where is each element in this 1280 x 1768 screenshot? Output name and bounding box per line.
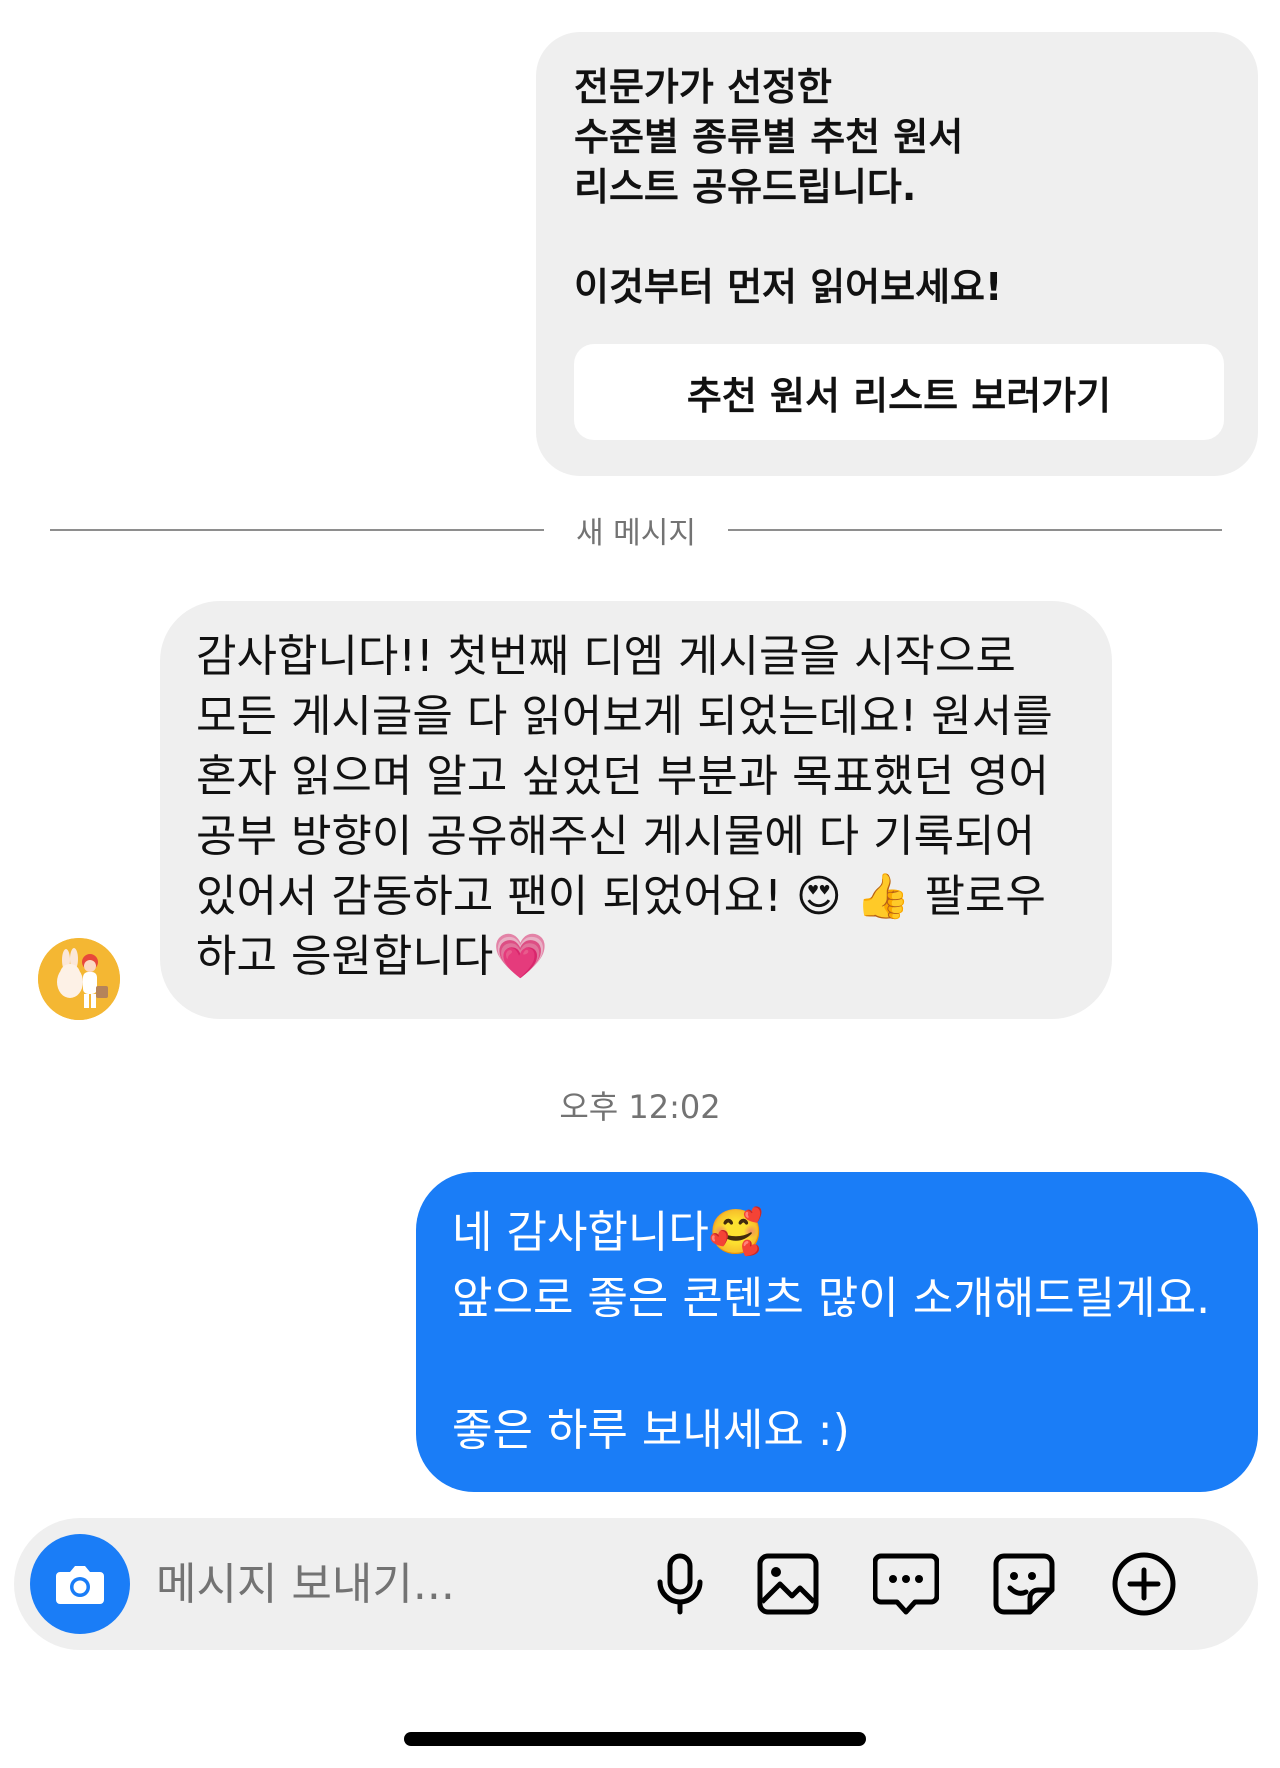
incoming-message-bubble[interactable]: 감사합니다!! 첫번째 디엠 게시글을 시작으로 모든 게시글을 다 읽어보게 … (160, 601, 1112, 1019)
divider-label: 새 메시지 (576, 516, 696, 551)
message-input[interactable] (156, 1548, 516, 1620)
message-line: 혼자 읽으며 알고 싶었던 부분과 목표했던 영어 (196, 751, 1050, 802)
message-line: 좋은 하루 보내세요 :) (452, 1405, 850, 1456)
message-line: 네 감사합니다🥰 (452, 1207, 764, 1258)
image-icon (757, 1553, 819, 1615)
message-icon (873, 1553, 939, 1615)
sticker-button[interactable] (990, 1550, 1058, 1618)
message-line: 감사합니다!! 첫번째 디엠 게시글을 시작으로 (196, 631, 1016, 682)
message-composer (14, 1518, 1258, 1650)
sticker-icon (993, 1553, 1055, 1615)
gallery-button[interactable] (754, 1550, 822, 1618)
plus-circle-icon (1112, 1552, 1176, 1616)
card-text-line: 전문가가 선정한 (574, 65, 832, 109)
camera-icon (56, 1566, 104, 1604)
divider-line-right (727, 529, 1222, 531)
card-spacer (574, 212, 1222, 262)
camera-button[interactable] (30, 1534, 130, 1634)
shared-message-card: 전문가가 선정한 수준별 종류별 추천 원서 리스트 공유드립니다. 이것부터 … (536, 32, 1258, 476)
microphone-button[interactable] (646, 1550, 714, 1618)
recommended-books-link-button[interactable]: 추천 원서 리스트 보러가기 (574, 344, 1224, 440)
divider-line-left (50, 529, 545, 531)
home-indicator[interactable] (404, 1732, 866, 1746)
message-timestamp: 오후 12:02 (559, 1088, 721, 1126)
message-line: 앞으로 좋은 콘텐츠 많이 소개해드릴게요. (452, 1273, 1211, 1324)
message-line: 공부 방향이 공유해주신 게시물에 다 기록되어 (196, 811, 1036, 862)
message-line: 모든 게시글을 다 읽어보게 되었는데요! 원서를 (196, 691, 1053, 742)
microphone-icon (657, 1553, 703, 1615)
card-text-line: 리스트 공유드립니다. (574, 165, 917, 209)
gif-chat-button[interactable] (872, 1550, 940, 1618)
new-message-divider: 새 메시지 (50, 505, 1222, 555)
avatar-illustration (38, 938, 120, 1020)
message-line: 있어서 감동하고 팬이 되었어요! 😍 👍 팔로우 (196, 871, 1046, 922)
card-text-line: 수준별 종류별 추천 원서 (574, 115, 964, 159)
sender-avatar[interactable] (38, 938, 120, 1020)
message-line: 하고 응원합니다💗 (196, 931, 549, 982)
card-text-line: 이것부터 먼저 읽어보세요! (574, 265, 1003, 309)
more-options-button[interactable] (1110, 1550, 1178, 1618)
outgoing-message-bubble[interactable]: 네 감사합니다🥰 앞으로 좋은 콘텐츠 많이 소개해드릴게요. 좋은 하루 보내… (416, 1172, 1258, 1492)
